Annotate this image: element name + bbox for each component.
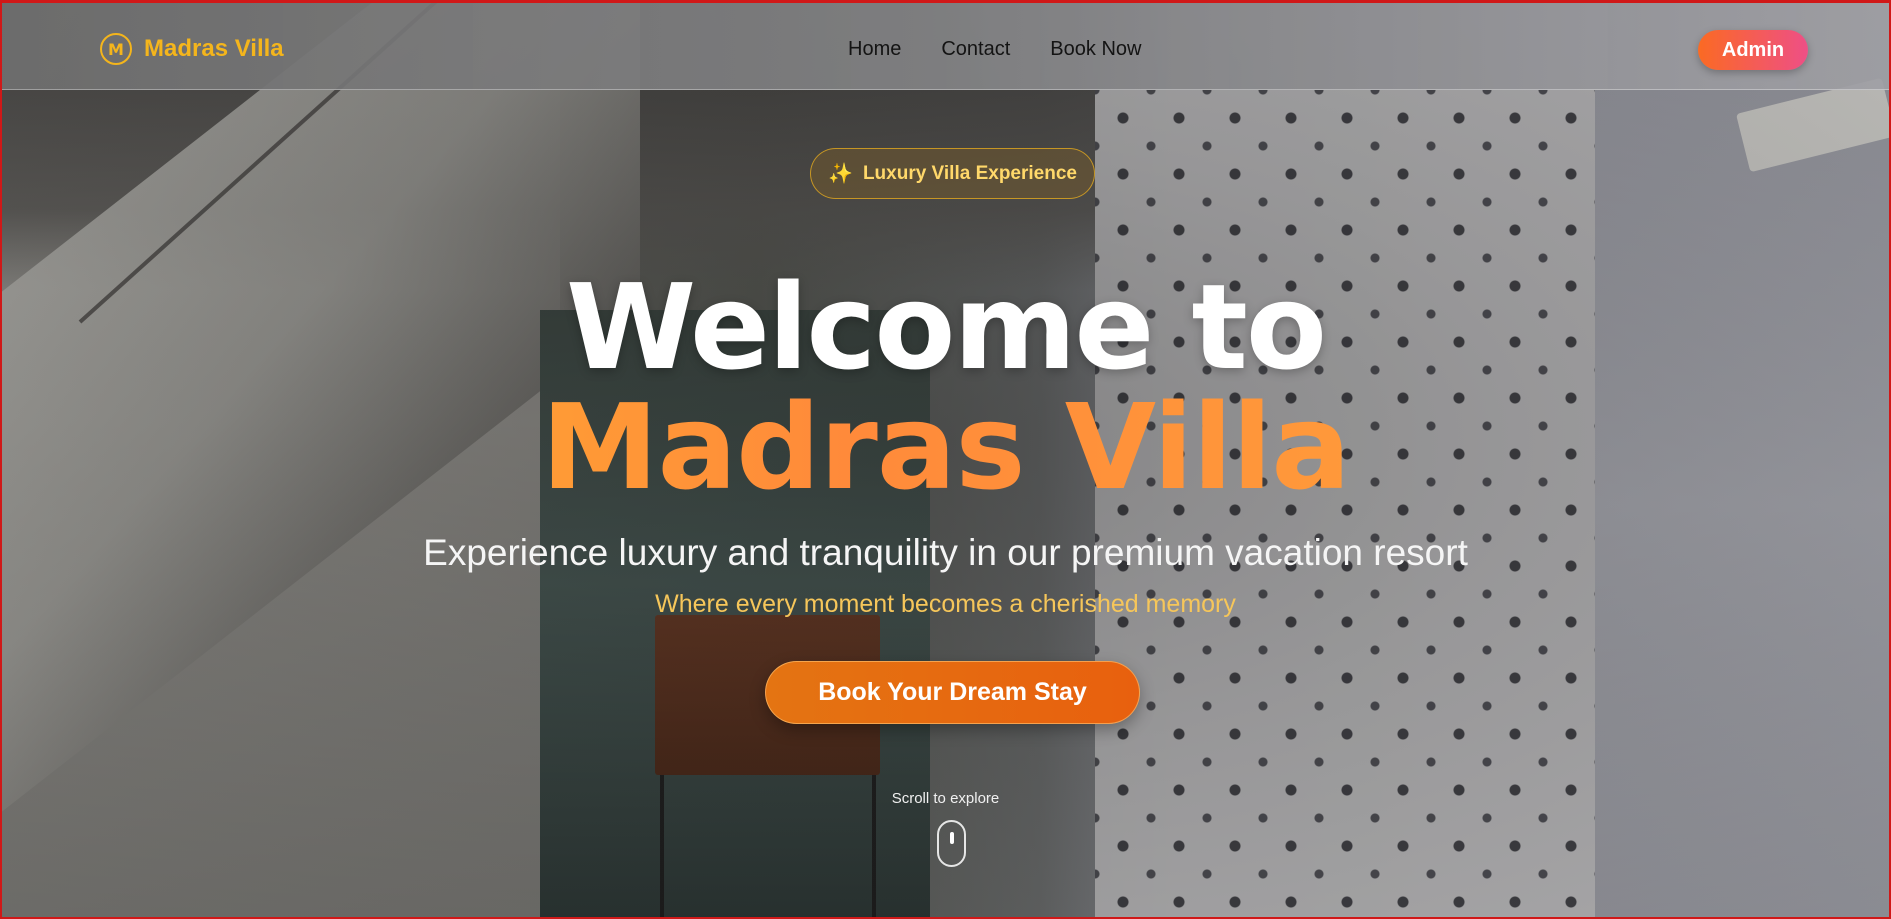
badge-label: Luxury Villa Experience (862, 162, 1077, 184)
book-dream-stay-button[interactable]: Book Your Dream Stay (765, 661, 1140, 724)
scroll-label: Scroll to explore (891, 790, 1000, 807)
luxury-badge: ✨ Luxury Villa Experience (810, 148, 1095, 199)
hero-tagline: Where every moment becomes a cherished m… (655, 590, 1236, 618)
hero-section: ✨ Luxury Villa Experience Welcome to Mad… (0, 0, 1891, 919)
nav-link-book-now[interactable]: Book Now (1050, 38, 1141, 61)
nav-link-contact[interactable]: Contact (941, 38, 1010, 61)
brand-name: Madras Villa (144, 35, 284, 62)
scroll-mouse-icon[interactable] (937, 820, 966, 867)
brand[interactable]: M Madras Villa (100, 33, 284, 65)
sparkles-icon: ✨ (828, 163, 853, 185)
nav-link-home[interactable]: Home (848, 38, 901, 61)
admin-button[interactable]: Admin (1698, 30, 1808, 70)
mouse-wheel-icon (950, 832, 954, 844)
hero-subtitle: Experience luxury and tranquility in our… (423, 532, 1468, 573)
hero-title-line1: Welcome to (566, 258, 1327, 396)
nav-links: Home Contact Book Now (848, 38, 1141, 61)
hero-title-line2: Madras Villa (0, 382, 1891, 512)
top-navbar: M Madras Villa Home Contact Book Now Adm… (0, 0, 1891, 90)
brand-logo-icon: M (100, 33, 132, 65)
